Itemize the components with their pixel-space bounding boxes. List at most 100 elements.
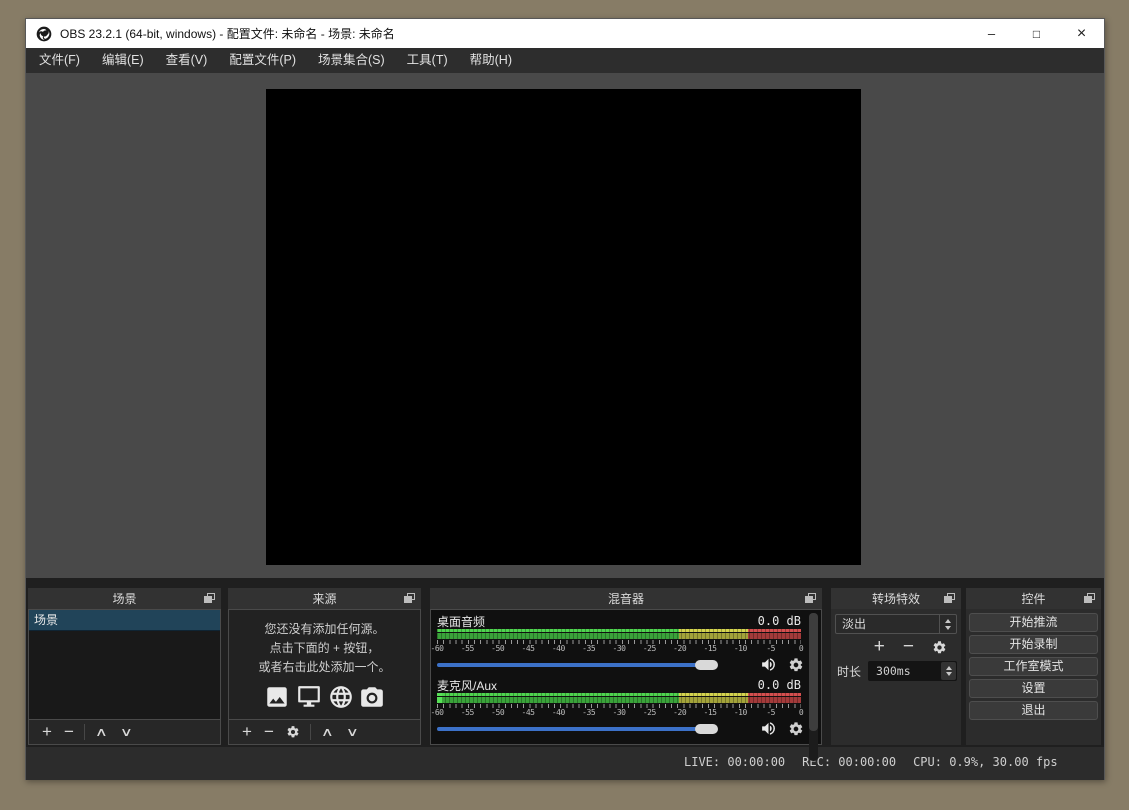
volume-meter [437,697,801,703]
mixer-dock: 混音器 桌面音频 0.0 dB -60-55 -50-45 -4 [430,588,822,745]
obs-window: OBS 23.2.1 (64-bit, windows) - 配置文件: 未命名… [25,18,1105,780]
sources-toolbar: + − ∧ ∨ [228,720,421,745]
window-title: OBS 23.2.1 (64-bit, windows) - 配置文件: 未命名… [60,25,395,42]
minimize-icon[interactable]: – [969,19,1014,48]
volume-slider-track [437,663,715,667]
remove-scene-button[interactable]: − [58,722,80,742]
scenes-dock-header: 场景 [28,588,221,609]
mixer-body: 桌面音频 0.0 dB -60-55 -50-45 -40-35 -30-25 … [430,609,822,745]
camera-source-icon [359,684,385,710]
image-source-icon [264,684,290,710]
chevron-down-icon [945,626,951,630]
menu-file[interactable]: 文件(F) [28,48,91,73]
sources-dock-title: 来源 [312,590,336,607]
duration-label: 时长 [837,663,861,680]
menu-tools[interactable]: 工具(T) [396,48,459,73]
dock-region: 场景 场景 + − ∧ ∨ 来源 您还没有添加任何源。 [26,578,1104,747]
volume-meter-peak [437,693,801,696]
volume-slider-handle[interactable] [695,724,718,734]
display-source-icon [295,684,323,710]
settings-button[interactable]: 设置 [969,679,1098,698]
remove-source-button[interactable]: − [258,722,280,742]
controls-dock: 控件 开始推流 开始录制 工作室模式 设置 退出 [966,588,1101,745]
transitions-toolbar: + − [835,634,957,660]
controls-dock-header: 控件 [966,588,1101,609]
start-streaming-button[interactable]: 开始推流 [969,613,1098,632]
sources-empty-line: 点击下面的 + 按钮， [270,639,380,658]
close-icon[interactable]: × [1059,19,1104,48]
live-time: LIVE: 00:00:00 [684,755,785,769]
chevron-up-icon [946,666,952,670]
add-transition-button[interactable]: + [868,637,891,657]
mute-speaker-icon[interactable] [760,720,777,737]
duration-spinbox[interactable]: 300ms [868,661,957,681]
mixer-channel-desktop-audio: 桌面音频 0.0 dB -60-55 -50-45 -40-35 -30-25 … [437,613,801,675]
cpu-fps-stats: CPU: 0.9%, 30.00 fps [913,755,1058,769]
source-properties-button[interactable] [280,725,306,739]
mixer-dock-header: 混音器 [430,588,822,609]
preview-area [26,73,1104,578]
volume-slider-handle[interactable] [695,660,718,670]
scenes-dock-title: 场景 [112,590,136,607]
meter-tick-labels: -60-55 -50-45 -40-35 -30-25 -20-15 -10-5… [437,644,801,653]
sources-list[interactable]: 您还没有添加任何源。 点击下面的 + 按钮， 或者右击此处添加一个。 [228,609,421,720]
mic-input-level [437,693,442,696]
preview-canvas[interactable] [266,89,861,565]
statusbar: LIVE: 00:00:00 REC: 00:00:00 CPU: 0.9%, … [26,747,1104,780]
float-dock-icon[interactable] [1084,593,1095,603]
menubar: 文件(F) 编辑(E) 查看(V) 配置文件(P) 场景集合(S) 工具(T) … [26,48,1104,73]
scenes-list: 场景 [28,609,221,720]
source-type-icons [264,684,385,710]
select-spinner[interactable] [939,615,956,633]
start-recording-button[interactable]: 开始录制 [969,635,1098,654]
transitions-dock-header: 转场特效 [831,588,961,609]
mixer-scrollbar[interactable] [809,613,818,761]
add-source-button[interactable]: + [236,722,258,742]
volume-slider[interactable] [437,721,749,737]
channel-name: 麦克风/Aux [437,677,497,694]
menu-edit[interactable]: 编辑(E) [91,48,155,73]
channel-name: 桌面音频 [437,613,485,630]
exit-button[interactable]: 退出 [969,701,1098,720]
channel-settings-gear-icon[interactable] [788,657,804,673]
channel-settings-gear-icon[interactable] [788,721,804,737]
scene-list-item[interactable]: 场景 [29,610,220,631]
add-scene-button[interactable]: + [36,722,58,742]
float-dock-icon[interactable] [944,593,955,603]
scenes-toolbar: + − ∧ ∨ [28,720,221,745]
menu-help[interactable]: 帮助(H) [459,48,523,73]
chevron-down-icon [946,672,952,676]
sources-empty-line: 或者右击此处添加一个。 [258,658,390,677]
obs-logo-icon [36,26,52,42]
mixer-channel-mic-aux: 麦克风/Aux 0.0 dB -60-55 -50-45 -40-35 -30-… [437,677,801,739]
volume-slider-track [437,727,715,731]
menu-profile[interactable]: 配置文件(P) [218,48,307,73]
volume-meter [437,633,801,639]
studio-mode-button[interactable]: 工作室模式 [969,657,1098,676]
mixer-scrollbar-handle[interactable] [809,613,818,731]
transition-select[interactable]: 淡出 [835,614,957,634]
duration-spinner[interactable] [941,662,956,680]
remove-transition-button[interactable]: − [897,637,920,657]
float-dock-icon[interactable] [204,593,215,603]
transitions-body: 淡出 + − 时长 300ms [831,609,961,745]
float-dock-icon[interactable] [805,593,816,603]
duration-value: 300ms [876,664,911,678]
transitions-dock: 转场特效 淡出 + − [831,588,961,745]
menu-view[interactable]: 查看(V) [155,48,219,73]
transition-properties-button[interactable] [926,640,953,655]
desktop: { "colors": { "desktop-bg": "#877c66", "… [0,0,1129,810]
browser-source-icon [328,684,354,710]
mute-speaker-icon[interactable] [760,656,777,673]
maximize-icon[interactable]: □ [1014,19,1059,48]
transition-selected-value: 淡出 [836,615,939,633]
sources-empty-state: 您还没有添加任何源。 点击下面的 + 按钮， 或者右击此处添加一个。 [229,610,420,719]
move-source-down-button[interactable]: ∨ [333,722,370,742]
menu-scene-collection[interactable]: 场景集合(S) [307,48,396,73]
volume-slider[interactable] [437,657,749,673]
move-scene-down-button[interactable]: ∨ [107,722,144,742]
window-controls: – □ × [969,19,1104,48]
float-dock-icon[interactable] [404,593,415,603]
mic-input-level [437,697,442,703]
volume-meter-peak [437,629,801,632]
